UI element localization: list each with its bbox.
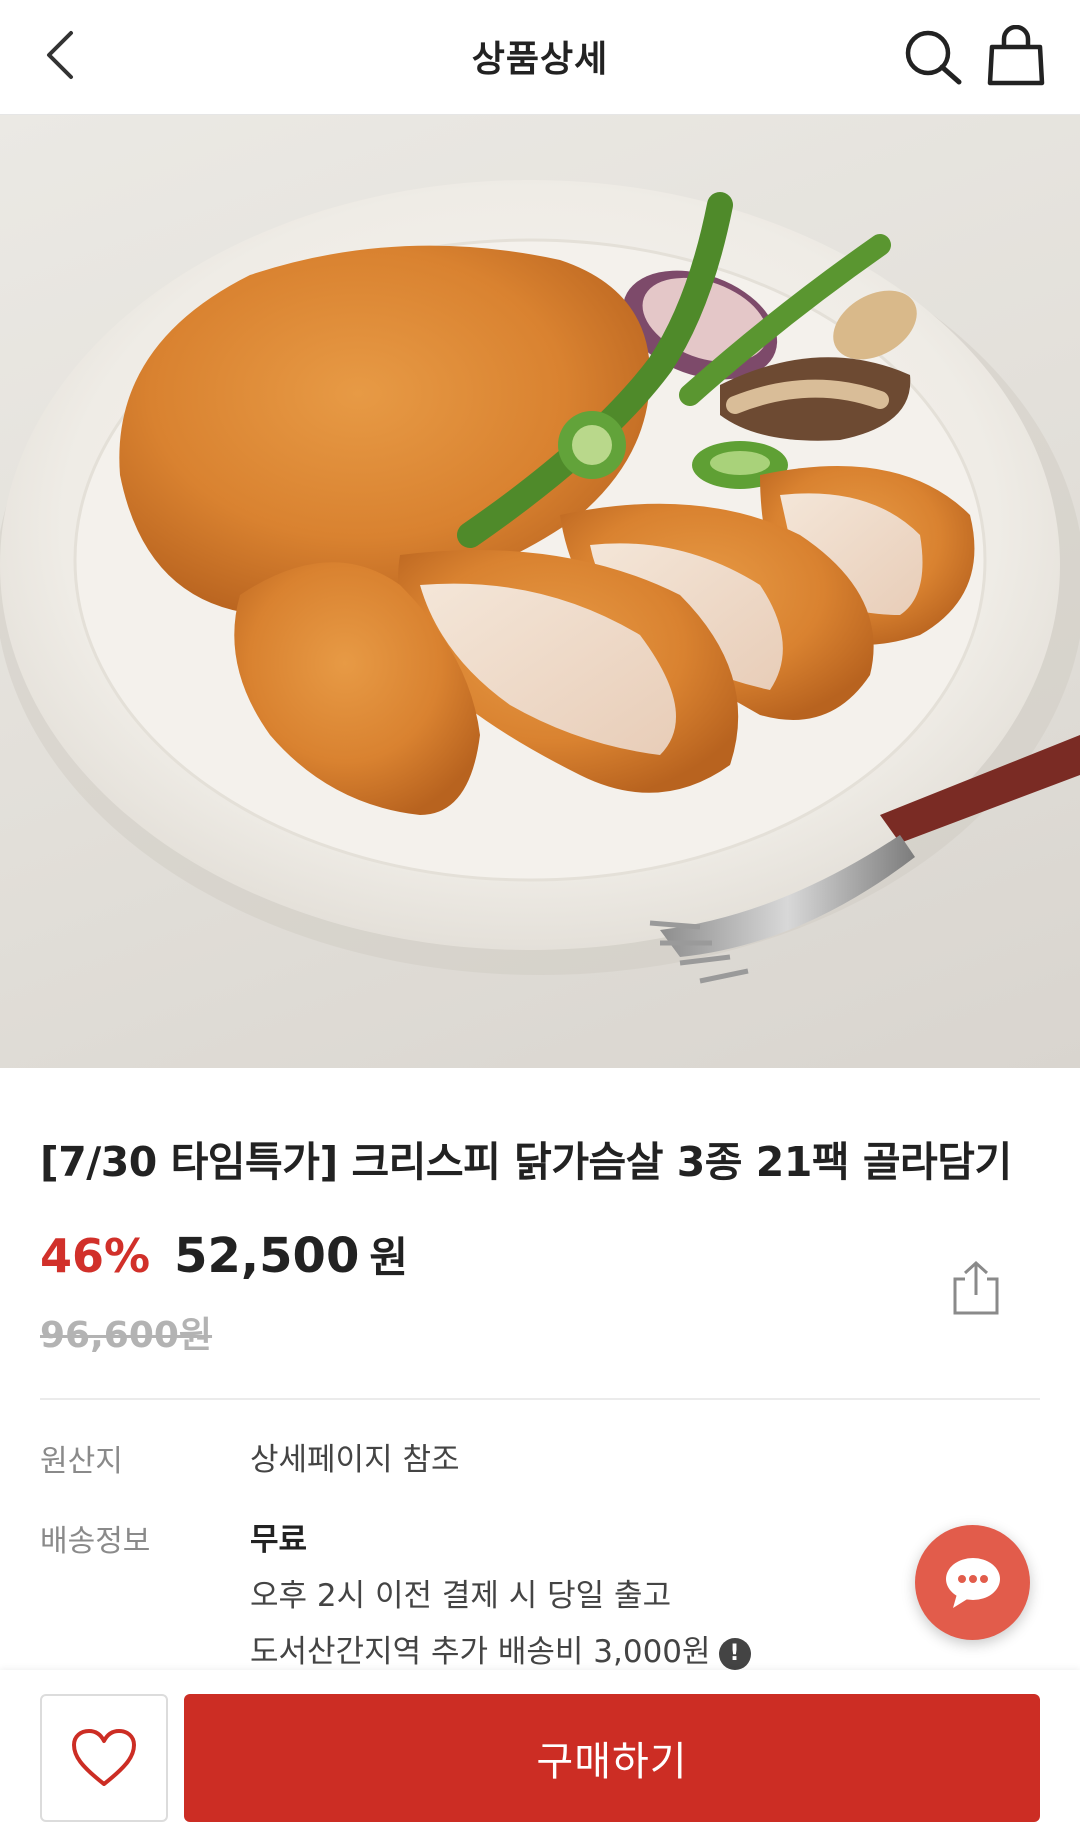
buy-button[interactable]: 구매하기 (184, 1694, 1040, 1822)
delivery-same-day: 오후 2시 이전 결제 시 당일 출고 (250, 1578, 672, 1614)
chat-button[interactable] (915, 1525, 1030, 1640)
product-image[interactable] (0, 115, 1080, 1068)
chat-bubble-icon (945, 1557, 1000, 1608)
discount-rate: 46% (40, 1229, 151, 1283)
sale-price: 52,500 (174, 1228, 360, 1284)
delivery-extra-fee: 도서산간지역 추가 배송비 3,000원 (250, 1634, 711, 1670)
share-button[interactable] (945, 1255, 1007, 1321)
price-row: 46% 52,500 원 (40, 1224, 408, 1284)
origin-value: 상세페이지 참조 (250, 1442, 460, 1478)
search-icon (905, 30, 961, 85)
wishlist-button[interactable] (40, 1694, 168, 1822)
top-app-bar: 상품상세 (0, 0, 1080, 115)
product-title: [7/30 타임특가] 크리스피 닭가슴살 3종 21팩 골라담기 (40, 1138, 1012, 1186)
original-price: 96,600원 (40, 1315, 213, 1356)
product-photo-illustration (0, 180, 1080, 984)
delivery-extra-fee-row: 도서산간지역 추가 배송비 3,000원! (250, 1626, 751, 1671)
shopping-bag-icon (987, 25, 1045, 86)
divider (40, 1398, 1040, 1400)
delivery-fee: 무료 (250, 1522, 308, 1558)
info-icon[interactable]: ! (718, 1637, 751, 1670)
price-unit: 원 (369, 1233, 408, 1282)
search-button[interactable] (895, 22, 970, 92)
cart-button[interactable] (980, 18, 1052, 94)
delivery-label: 배송정보 (40, 1524, 151, 1559)
origin-label: 원산지 (40, 1444, 123, 1479)
bottom-action-bar: 구매하기 (0, 1670, 1080, 1840)
share-icon (953, 1260, 999, 1315)
heart-icon (72, 1729, 136, 1786)
